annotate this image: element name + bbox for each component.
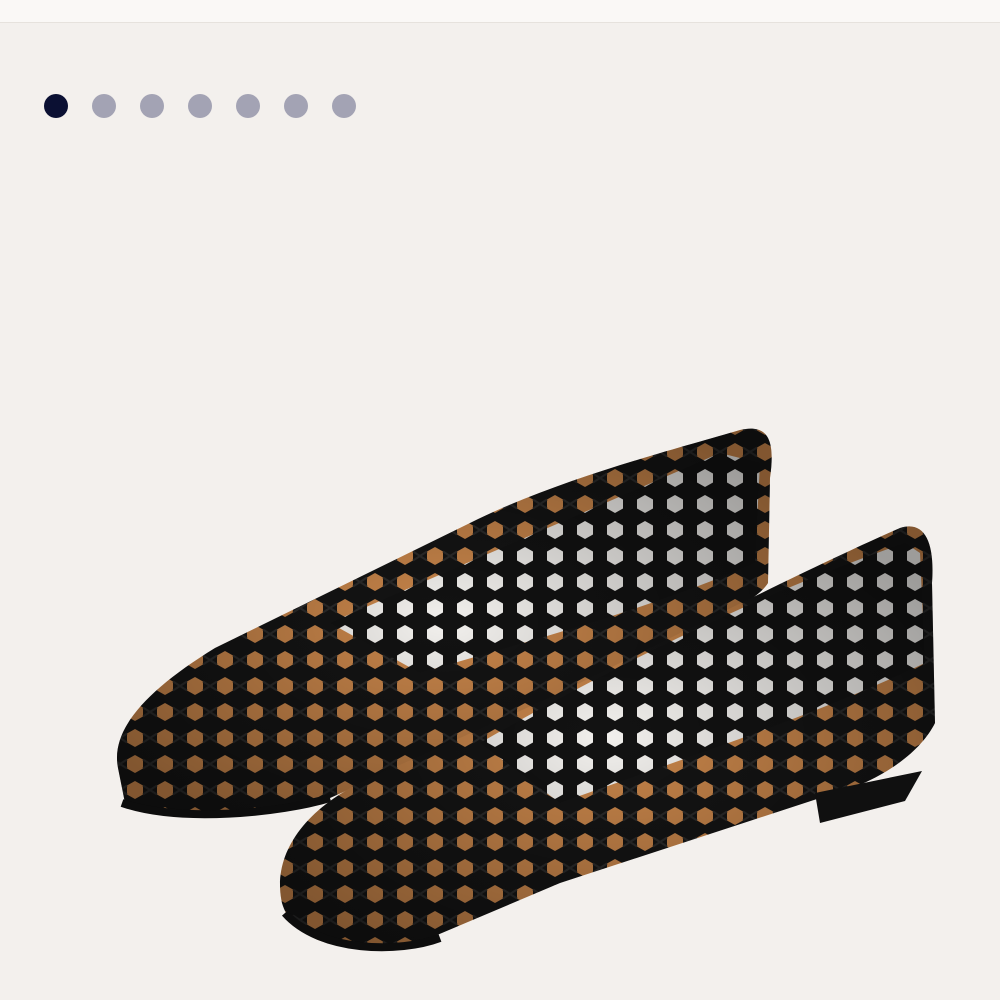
product-image-woven-flats <box>116 428 935 952</box>
pagination-dot-2[interactable] <box>92 94 116 118</box>
pagination-dot-4[interactable] <box>188 94 212 118</box>
pagination-dot-5[interactable] <box>236 94 260 118</box>
product-image-gallery[interactable] <box>0 23 1000 1000</box>
pagination-dot-3[interactable] <box>140 94 164 118</box>
top-header-strip <box>0 0 1000 23</box>
pagination-dot-1[interactable] <box>44 94 68 118</box>
pagination-dot-6[interactable] <box>284 94 308 118</box>
image-pagination-dots <box>44 94 356 118</box>
pagination-dot-7[interactable] <box>332 94 356 118</box>
